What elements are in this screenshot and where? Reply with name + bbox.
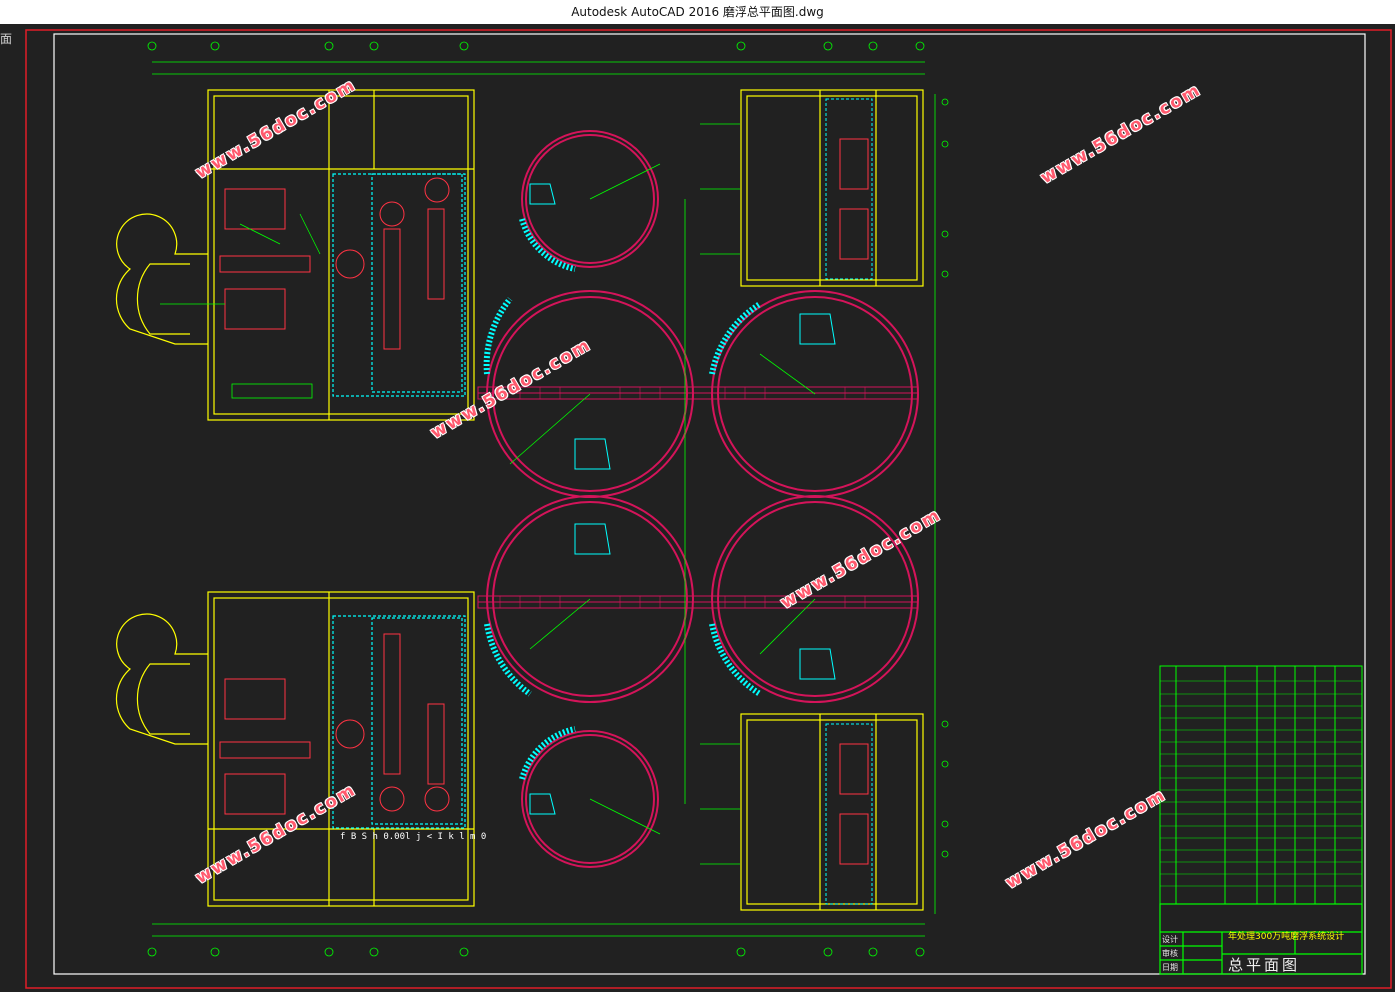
title-block-role: 设计 [1162, 935, 1178, 944]
title-block-role: 日期 [1162, 963, 1178, 972]
mill-equipment-top [219, 177, 450, 350]
paper-border [25, 29, 1392, 989]
mill-annotations-top [160, 213, 321, 399]
mill-bay-top [332, 173, 466, 397]
window-title: Autodesk AutoCAD 2016 磨浮总平面图.dwg [571, 5, 824, 19]
axis-bubbles [147, 41, 949, 957]
parts-list [1159, 665, 1363, 905]
parts-list-rows [1160, 680, 1362, 887]
viewport-label: 面 [0, 32, 13, 46]
mill-building-bottom [115, 591, 475, 907]
drawing-text-strip: f B S h 0.00l j < I k l m 0 [340, 832, 487, 842]
flotation-building-bottom [740, 713, 924, 911]
mill-equipment-bottom [219, 633, 450, 815]
drawing-canvas[interactable]: 面 f B S h 0.00l j < I k l m 0 年处理300万吨磨浮… [0, 24, 1395, 992]
flotation-building-top [740, 89, 924, 287]
flotation-equipment [839, 138, 869, 865]
project-name: 年处理300万吨磨浮系统设计 [1228, 932, 1345, 942]
drawing-frame [53, 33, 1366, 975]
flotation-annotations [700, 123, 740, 865]
title-block-role: 审核 [1162, 949, 1178, 958]
mill-building-top [115, 89, 475, 421]
dimension-lines [152, 61, 936, 937]
window-title-bar: Autodesk AutoCAD 2016 磨浮总平面图.dwg [0, 0, 1395, 24]
tanks [486, 130, 919, 868]
drawing-title: 总平面图 [1228, 956, 1301, 974]
